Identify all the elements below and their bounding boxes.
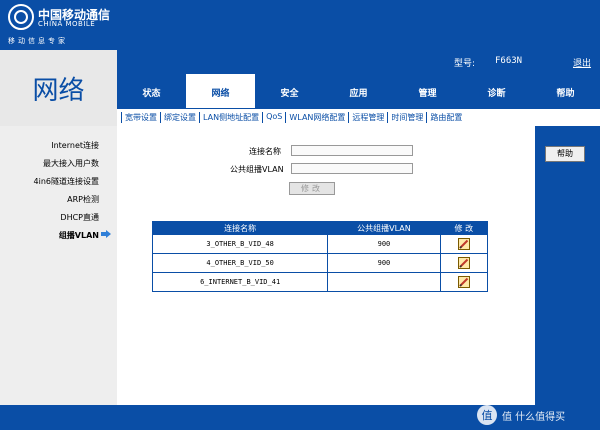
arrow-right-icon (101, 230, 111, 238)
top-bar: 中国移动通信 CHINA MOBILE 移动信息专家 (0, 0, 600, 50)
table-row: 4_OTHER_B_VID_50 900 (151, 253, 489, 273)
col-header-vlan: 公共组播VLAN (327, 221, 441, 235)
help-panel: 帮助 (535, 126, 600, 405)
china-mobile-logo: 中国移动通信 CHINA MOBILE 移动信息专家 (8, 4, 148, 48)
cell-edit (439, 253, 489, 273)
subnav-lan-address[interactable]: LAN侧地址配置 (199, 112, 262, 123)
conn-name-label: 连接名称 (249, 147, 281, 156)
edit-icon[interactable] (457, 238, 470, 250)
watermark-text: 值 什么值得买 (502, 412, 566, 423)
table-row: 6_INTERNET_B_VID_41 (151, 272, 489, 292)
watermark: 值 值 什么值得买 (470, 400, 600, 430)
table-row: 3_OTHER_B_VID_48 900 (151, 234, 489, 254)
brand-slogan: 移动信息专家 (8, 37, 68, 45)
cell-name: 6_INTERNET_B_VID_41 (151, 272, 329, 292)
conn-name-input[interactable] (291, 145, 413, 156)
tab-security[interactable]: 安全 (255, 81, 324, 107)
cell-edit (439, 234, 489, 254)
logout-link[interactable]: 退出 (573, 56, 591, 69)
help-button[interactable]: 帮助 (545, 146, 585, 162)
watermark-logo-icon: 值 (477, 405, 497, 425)
tab-help[interactable]: 帮助 (531, 81, 600, 107)
vlan-label: 公共组播VLAN (230, 165, 284, 174)
cell-name: 4_OTHER_B_VID_50 (151, 253, 329, 273)
tab-management[interactable]: 管理 (393, 81, 462, 107)
edit-icon[interactable] (457, 257, 470, 269)
cell-vlan (327, 272, 441, 292)
vlan-input[interactable] (291, 163, 413, 174)
subnav-broadband[interactable]: 宽带设置 (121, 112, 160, 123)
multicast-vlan-table: 连接名称 公共组播VLAN 修 改 3_OTHER_B_VID_48 900 4… (151, 221, 489, 292)
subnav-qos[interactable]: QoS (262, 112, 285, 123)
cell-name: 3_OTHER_B_VID_48 (151, 234, 329, 254)
sidebar-item-max-users[interactable]: 最大接入用户数 (43, 158, 99, 169)
model-strip: 型号: F663N 退出 (117, 50, 600, 74)
cell-edit (439, 272, 489, 292)
col-header-modify: 修 改 (439, 221, 489, 235)
subnav-time-management[interactable]: 时间管理 (387, 112, 426, 123)
right-header: 型号: F663N 退出 状态 网络 安全 应用 管理 诊断 帮助 宽带设置 绑… (117, 50, 600, 126)
sidebar: Internet连接 最大接入用户数 4in6隧道连接设置 ARP检测 DHCP… (0, 126, 117, 405)
sidebar-item-internet[interactable]: Internet连接 (51, 140, 99, 151)
sub-navigation: 宽带设置 绑定设置 LAN侧地址配置 QoS WLAN网络配置 远程管理 时间管… (117, 108, 600, 126)
sidebar-item-multicast-vlan[interactable]: 组播VLAN (59, 230, 99, 241)
sidebar-item-4in6-tunnel[interactable]: 4in6隧道连接设置 (34, 176, 99, 187)
subnav-binding[interactable]: 绑定设置 (160, 112, 199, 123)
model-label: 型号: (454, 59, 476, 69)
subnav-routing[interactable]: 路由配置 (426, 112, 465, 123)
tab-diagnostics[interactable]: 诊断 (462, 81, 531, 107)
brand-name-en: CHINA MOBILE (38, 20, 96, 28)
cell-vlan: 900 (327, 253, 441, 273)
subnav-remote-management[interactable]: 远程管理 (348, 112, 387, 123)
main-content: 连接名称 公共组播VLAN 修改 连接名称 公共组播VLAN 修 改 3_OTH… (117, 126, 535, 405)
tab-application[interactable]: 应用 (324, 81, 393, 107)
col-header-name: 连接名称 (151, 221, 329, 235)
sidebar-item-dhcp-passthrough[interactable]: DHCP直通 (60, 212, 99, 223)
main-tabs: 状态 网络 安全 应用 管理 诊断 帮助 (117, 74, 600, 119)
modify-button[interactable]: 修改 (289, 182, 335, 195)
model-value: F663N (495, 56, 523, 66)
cell-vlan: 900 (327, 234, 441, 254)
subnav-wlan[interactable]: WLAN网络配置 (285, 112, 348, 123)
section-title: 网络 (32, 76, 85, 106)
svg-text:值: 值 (482, 409, 493, 422)
logo-icon (8, 4, 34, 30)
left-header: 网络 (0, 50, 117, 126)
table-header-row: 连接名称 公共组播VLAN 修 改 (151, 221, 489, 235)
tab-status[interactable]: 状态 (117, 81, 186, 107)
sidebar-item-arp-detection[interactable]: ARP检测 (67, 194, 99, 205)
edit-icon[interactable] (457, 276, 470, 288)
